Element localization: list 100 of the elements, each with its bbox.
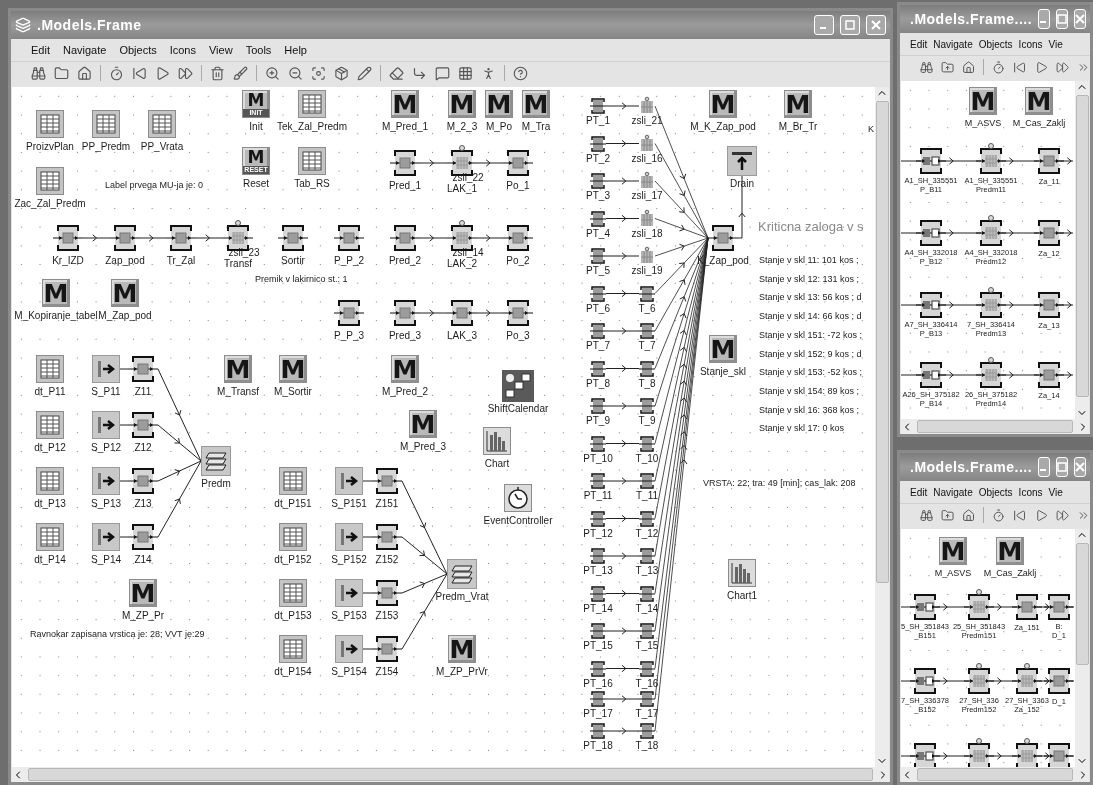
station-icon[interactable] xyxy=(110,223,140,253)
station-icon[interactable] xyxy=(503,298,533,328)
method-module-icon[interactable]: M xyxy=(784,90,812,118)
batch-station-icon[interactable] xyxy=(916,218,946,248)
small-station-icon[interactable] xyxy=(590,473,606,489)
menu-item[interactable]: Help xyxy=(284,44,307,56)
binoculars-icon[interactable] xyxy=(920,507,934,523)
source-icon[interactable] xyxy=(92,355,120,383)
station-icon[interactable] xyxy=(166,223,196,253)
method-module-icon[interactable]: M xyxy=(129,579,157,607)
table-icon[interactable] xyxy=(279,467,307,495)
method-module-icon[interactable]: M xyxy=(969,87,997,115)
small-station-icon[interactable] xyxy=(639,585,655,602)
source-icon[interactable] xyxy=(92,467,120,495)
folder-up-icon[interactable] xyxy=(941,507,955,523)
station-icon[interactable] xyxy=(128,522,158,552)
eraser-icon[interactable] xyxy=(389,65,404,81)
small-station-icon[interactable] xyxy=(639,623,655,639)
small-station-icon[interactable] xyxy=(590,691,606,707)
small-station-icon[interactable] xyxy=(590,98,606,114)
menu-item[interactable]: Objects xyxy=(978,38,1013,50)
small-station-icon[interactable] xyxy=(590,623,606,639)
trash-icon[interactable] xyxy=(210,65,225,81)
pencil-icon[interactable] xyxy=(357,65,372,81)
table-icon[interactable] xyxy=(298,147,326,175)
help-icon[interactable] xyxy=(513,65,528,81)
small-station-icon[interactable] xyxy=(590,173,606,189)
vertical-scrollbar[interactable] xyxy=(875,87,889,767)
station-icon[interactable] xyxy=(372,522,402,552)
table-icon[interactable] xyxy=(36,467,64,495)
table-icon[interactable] xyxy=(279,635,307,663)
scrollbar-thumb[interactable] xyxy=(917,420,1073,433)
menu-item[interactable]: Edit xyxy=(910,38,928,50)
small-parallel-station-icon[interactable] xyxy=(639,135,655,152)
small-station-icon[interactable] xyxy=(639,435,655,452)
source-icon[interactable] xyxy=(335,635,363,663)
small-station-icon[interactable] xyxy=(639,285,655,302)
menu-item[interactable]: Navigate xyxy=(933,486,973,498)
drain-icon[interactable] xyxy=(727,146,757,176)
scrollbar-thumb[interactable] xyxy=(28,768,873,781)
fast-forward-icon[interactable] xyxy=(1055,59,1069,75)
station-icon[interactable] xyxy=(278,223,308,253)
small-station-icon[interactable] xyxy=(590,548,606,564)
maximize-button[interactable] xyxy=(1056,9,1069,29)
station-icon[interactable] xyxy=(128,354,158,384)
station-icon[interactable] xyxy=(334,223,364,253)
menu-item[interactable]: Vie xyxy=(1048,486,1063,498)
small-parallel-station-icon[interactable] xyxy=(639,173,655,189)
folder-up-icon[interactable] xyxy=(941,59,955,75)
skip-back-icon[interactable] xyxy=(1013,59,1027,75)
small-station-icon[interactable] xyxy=(639,660,655,677)
table-icon[interactable] xyxy=(36,167,64,195)
method-module-icon[interactable]: M xyxy=(279,355,307,383)
menu-item[interactable]: Tools xyxy=(245,44,272,56)
station-icon[interactable] xyxy=(372,634,402,664)
parallel-station-icon[interactable] xyxy=(964,592,994,622)
menu-item[interactable]: Objects xyxy=(978,486,1013,498)
parallel-station-icon[interactable] xyxy=(976,290,1006,320)
source-icon[interactable] xyxy=(92,411,120,439)
table-icon[interactable] xyxy=(36,110,64,138)
table-icon[interactable] xyxy=(36,355,64,383)
method-module-icon[interactable]: M xyxy=(409,410,437,438)
method-module-icon[interactable]: M xyxy=(939,537,967,565)
batch-station-icon[interactable] xyxy=(916,360,946,390)
station-icon[interactable] xyxy=(1034,218,1064,248)
menu-item[interactable]: Icons xyxy=(1018,486,1043,498)
station-icon[interactable] xyxy=(1012,592,1042,622)
stacked-layers-icon[interactable] xyxy=(201,446,231,476)
menu-item[interactable]: Navigate xyxy=(62,44,107,56)
menu-item[interactable]: Vie xyxy=(1048,38,1063,50)
scrollbar-thumb[interactable] xyxy=(917,768,1073,781)
minimize-button[interactable] xyxy=(1038,9,1051,29)
source-icon[interactable] xyxy=(335,579,363,607)
menu-item[interactable]: Icons xyxy=(1018,38,1043,50)
station-icon[interactable] xyxy=(128,466,158,496)
focus-icon[interactable] xyxy=(311,65,326,81)
small-station-icon[interactable] xyxy=(590,723,606,739)
station-icon[interactable] xyxy=(503,148,533,178)
menu-item[interactable]: View xyxy=(209,44,233,56)
small-station-icon[interactable] xyxy=(590,210,606,227)
small-parallel-station-icon[interactable] xyxy=(639,248,655,264)
source-icon[interactable] xyxy=(335,523,363,551)
station-icon[interactable] xyxy=(1044,666,1074,696)
skip-back-icon[interactable] xyxy=(1013,507,1027,523)
station-icon[interactable] xyxy=(1044,592,1074,622)
small-station-icon[interactable] xyxy=(590,360,606,377)
method-module-icon[interactable]: M xyxy=(448,90,476,118)
scrollbar-thumb[interactable] xyxy=(875,101,889,583)
small-station-icon[interactable] xyxy=(590,660,606,677)
skip-back-icon[interactable] xyxy=(132,65,147,81)
station-icon[interactable] xyxy=(372,466,402,496)
small-station-icon[interactable] xyxy=(590,285,606,302)
small-station-icon[interactable] xyxy=(590,510,606,527)
station-icon[interactable] xyxy=(1034,290,1064,320)
parallel-station-icon[interactable] xyxy=(976,218,1006,248)
stacked-layers-icon[interactable] xyxy=(447,559,477,589)
station-icon[interactable] xyxy=(1034,360,1064,390)
small-parallel-station-icon[interactable] xyxy=(639,210,655,227)
play-icon[interactable] xyxy=(1034,507,1048,523)
stopwatch-icon[interactable] xyxy=(504,484,532,512)
